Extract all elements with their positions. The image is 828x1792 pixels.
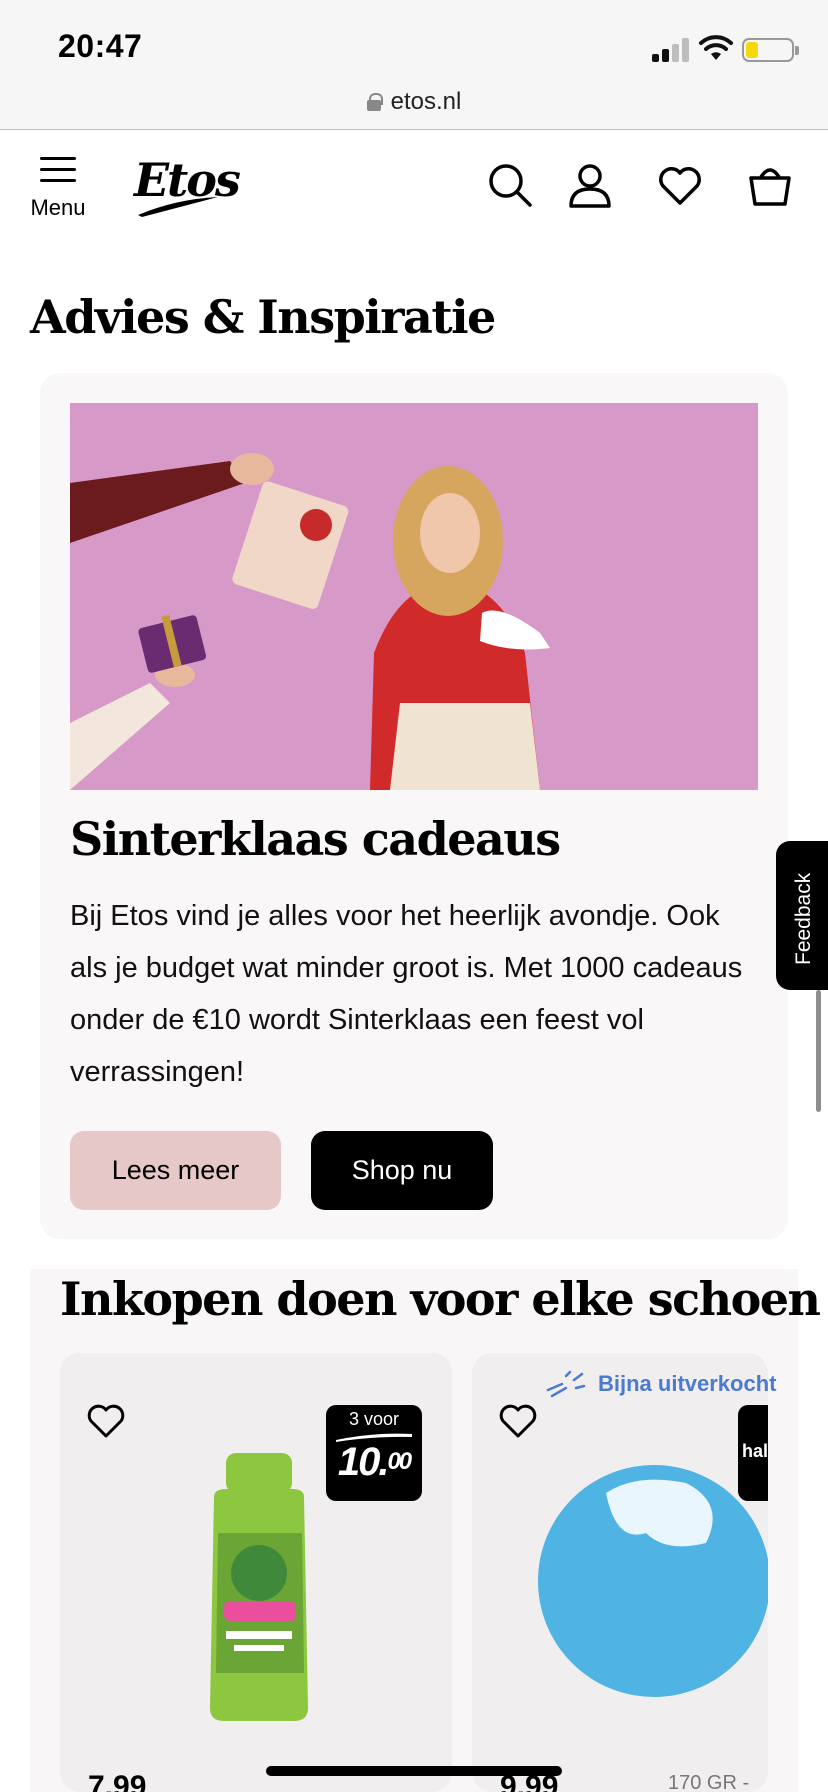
etos-logo[interactable]: Etos <box>132 153 241 223</box>
promo-label: hal <box>742 1441 768 1461</box>
promo-label: 3 voor <box>348 1409 400 1429</box>
card-title: Sinterklaas cadeaus <box>70 812 561 866</box>
lock-icon <box>366 93 383 111</box>
status-time: 20:47 <box>58 28 143 64</box>
hero-image[interactable] <box>70 403 758 790</box>
feedback-tab[interactable]: Feedback <box>776 841 828 990</box>
product-price: 7.99 <box>88 1770 147 1792</box>
read-more-button[interactable]: Lees meer <box>70 1131 281 1210</box>
product-image-bath-bomb <box>538 1465 768 1697</box>
product-card[interactable]: 3 voor 10.00 <box>60 1353 452 1792</box>
promo-price: 10.00 <box>337 1440 412 1484</box>
wifi-icon <box>699 35 733 60</box>
sparkle-icon <box>546 1370 586 1398</box>
add-to-favorites-icon[interactable] <box>498 1403 538 1439</box>
hamburger-icon <box>40 157 76 183</box>
hero-illustration <box>70 403 758 790</box>
section-title-shopping: Inkopen doen voor elke schoen <box>60 1272 821 1326</box>
cellular-signal-icon <box>652 38 690 62</box>
menu-button[interactable]: Menu <box>28 153 88 223</box>
battery-icon <box>742 38 799 62</box>
site-header: Menu Etos <box>0 131 828 236</box>
search-icon[interactable] <box>486 161 534 209</box>
product-weight: 170 GR - <box>668 1772 750 1792</box>
product-card[interactable]: hal <box>472 1353 768 1792</box>
promo-badge: 3 voor 10.00 <box>326 1405 422 1501</box>
card-description: Bij Etos vind je alles voor het heerlijk… <box>70 900 743 1088</box>
scrollbar[interactable] <box>816 990 821 1112</box>
product-image-kneipp <box>210 1453 308 1721</box>
almost-sold-out-label: Bijna uitverkocht <box>546 1370 776 1398</box>
add-to-favorites-icon[interactable] <box>86 1403 126 1439</box>
home-indicator[interactable] <box>266 1766 562 1776</box>
shop-now-button[interactable]: Shop nu <box>311 1131 493 1210</box>
basket-icon[interactable] <box>746 161 794 209</box>
feedback-label: Feedback <box>792 872 815 965</box>
account-icon[interactable] <box>566 161 614 209</box>
menu-label: Menu <box>30 195 86 220</box>
status-bar: 20:47 <box>0 0 828 80</box>
logo-swoosh <box>138 197 218 217</box>
section-title-advice: Advies & Inspiratie <box>30 290 496 344</box>
address-bar[interactable]: etos.nl <box>0 80 828 130</box>
heart-icon[interactable] <box>656 161 704 209</box>
url-text: etos.nl <box>390 88 462 115</box>
